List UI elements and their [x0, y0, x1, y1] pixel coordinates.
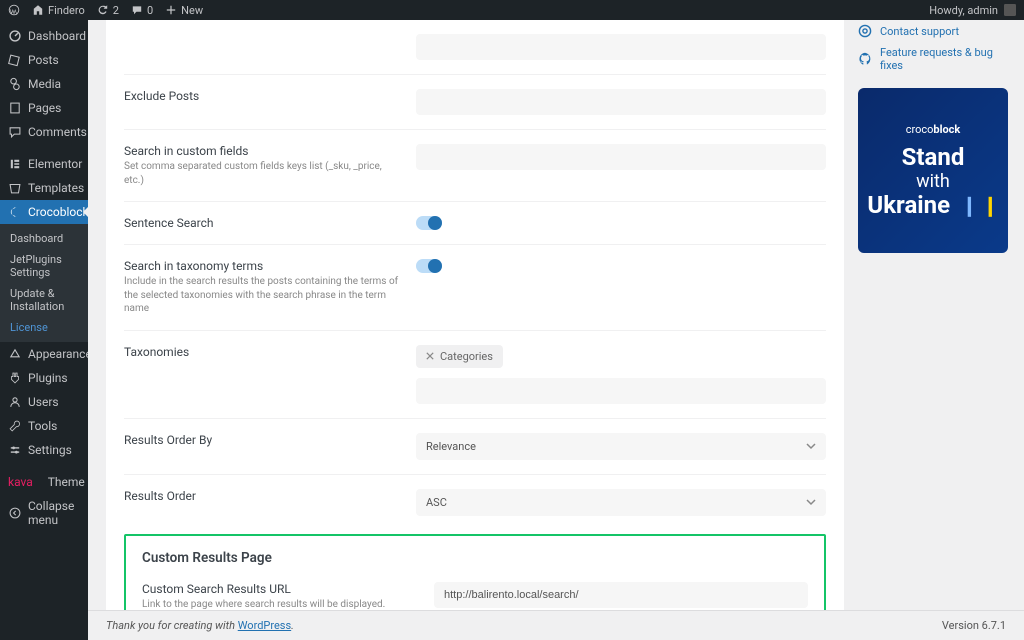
site-name[interactable]: Findero	[32, 4, 85, 17]
comments[interactable]: 0	[131, 4, 153, 17]
howdy-text[interactable]: Howdy, admin	[929, 4, 998, 17]
order-select[interactable]: ASC	[416, 489, 826, 516]
sidebar-item-media[interactable]: Media	[0, 72, 88, 96]
order-by-label: Results Order By	[124, 433, 404, 447]
results-url-input[interactable]	[434, 582, 808, 608]
aside-column: Contact support Feature requests & bug f…	[858, 20, 1008, 640]
custom-results-title: Custom Results Page	[142, 550, 808, 566]
admin-sidebar: Dashboard Posts Media Pages Comments Ele…	[0, 20, 88, 640]
custom-fields-help: Set comma separated custom fields keys l…	[124, 160, 404, 187]
wp-logo[interactable]	[8, 4, 20, 16]
version-text: Version 6.7.1	[942, 619, 1006, 632]
sidebar-collapse[interactable]: Collapse menu	[0, 494, 88, 532]
updates[interactable]: 2	[97, 4, 119, 17]
sidebar-submenu: Dashboard JetPlugins Settings Update & I…	[0, 224, 88, 342]
results-url-label: Custom Search Results URL	[142, 582, 422, 596]
sidebar-item-elementor[interactable]: Elementor	[0, 152, 88, 176]
custom-fields-input[interactable]	[416, 144, 826, 170]
contact-support-link[interactable]: Contact support	[858, 20, 1008, 42]
sidebar-item-appearance[interactable]: Appearance	[0, 342, 88, 366]
submenu-update[interactable]: Update & Installation	[0, 283, 88, 317]
sentence-toggle[interactable]	[416, 216, 442, 230]
sidebar-item-tools[interactable]: Tools	[0, 414, 88, 438]
close-icon[interactable]	[426, 352, 434, 360]
exclude-posts-label: Exclude Posts	[124, 89, 404, 103]
taxonomies-label: Taxonomies	[124, 345, 404, 359]
chevron-down-icon	[806, 441, 816, 451]
order-label: Results Order	[124, 489, 404, 503]
sidebar-item-pages[interactable]: Pages	[0, 96, 88, 120]
sidebar-item-settings[interactable]: Settings	[0, 438, 88, 462]
prior-field[interactable]	[416, 34, 826, 60]
avatar-icon	[1004, 4, 1016, 16]
exclude-posts-input[interactable]	[416, 89, 826, 115]
sidebar-item-users[interactable]: Users	[0, 390, 88, 414]
tax-terms-help: Include in the search results the posts …	[124, 275, 404, 316]
results-url-help: Link to the page where search results wi…	[142, 598, 422, 612]
admin-footer: Thank you for creating with WordPress. V…	[88, 610, 1024, 640]
sidebar-item-comments[interactable]: Comments	[0, 120, 88, 144]
admin-toolbar: Findero 2 0 New Howdy, admin	[0, 0, 1024, 20]
sidebar-item-dashboard[interactable]: Dashboard	[0, 24, 88, 48]
settings-panel: Exclude Posts Search in custom fields Se…	[106, 20, 844, 640]
sidebar-item-plugins[interactable]: Plugins	[0, 366, 88, 390]
custom-fields-label: Search in custom fields	[124, 144, 404, 158]
chevron-down-icon	[806, 497, 816, 507]
taxonomies-input[interactable]	[416, 378, 826, 404]
sidebar-item-kava[interactable]: kava Theme	[0, 470, 88, 494]
submenu-dashboard[interactable]: Dashboard	[0, 228, 88, 249]
lifebuoy-icon	[858, 24, 872, 38]
sidebar-item-templates[interactable]: Templates	[0, 176, 88, 200]
sidebar-item-crocoblock[interactable]: Crocoblock	[0, 200, 88, 224]
tax-terms-label: Search in taxonomy terms	[124, 259, 404, 273]
new-content[interactable]: New	[165, 4, 203, 17]
sidebar-item-posts[interactable]: Posts	[0, 48, 88, 72]
promo-banner[interactable]: crocoblock Stand with Ukraine ❙❙	[858, 88, 1008, 253]
order-by-select[interactable]: Relevance	[416, 433, 826, 460]
wordpress-link[interactable]: WordPress	[238, 619, 291, 632]
submenu-jetplugins[interactable]: JetPlugins Settings	[0, 249, 88, 283]
sentence-label: Sentence Search	[124, 216, 404, 230]
feature-requests-link[interactable]: Feature requests & bug fixes	[858, 42, 1008, 76]
submenu-license[interactable]: License	[0, 317, 88, 338]
github-icon	[858, 52, 872, 66]
tax-terms-toggle[interactable]	[416, 259, 442, 273]
taxonomy-tag[interactable]: Categories	[416, 345, 503, 368]
